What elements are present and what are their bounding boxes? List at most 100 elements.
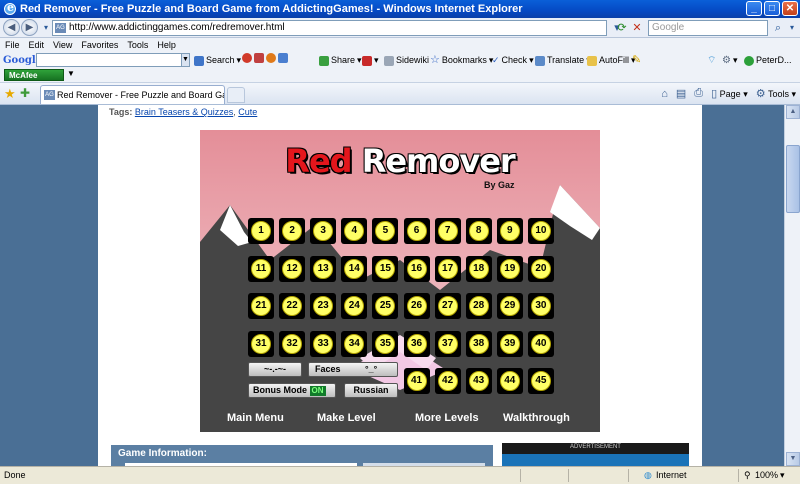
level-30-button[interactable]: 30 [527,293,554,319]
level-12-button[interactable]: 12 [279,255,306,282]
new-tab-button[interactable] [227,87,245,103]
level-31-button[interactable]: 31 [248,330,274,357]
level-20-button[interactable]: 20 [527,255,554,282]
language-button[interactable]: Russian [344,383,398,398]
tools-menu[interactable]: ⚙ Tools ▾ [756,87,796,100]
home-icon[interactable]: ⌂ [661,88,668,100]
level-45-button[interactable]: 45 [527,368,554,394]
level-29-button[interactable]: 29 [496,293,523,319]
print-icon[interactable]: ⎙ [694,87,703,100]
level-16-button[interactable]: 16 [403,255,430,282]
menu-help[interactable]: Help [157,38,176,53]
tab-red-remover[interactable]: AG Red Remover - Free Puzzle and Board G… [40,85,225,104]
vertical-scrollbar[interactable]: ▲ ▼ [784,105,800,466]
level-8-button[interactable]: 8 [465,218,492,244]
level-7-button[interactable]: 7 [434,218,461,244]
level-26-button[interactable]: 26 [403,293,430,319]
url-field[interactable]: AG http://www.addictinggames.com/redremo… [52,20,607,36]
main-menu-link[interactable]: Main Menu [227,412,284,424]
level-24-button[interactable]: 24 [341,293,368,319]
menu-tools[interactable]: Tools [127,38,148,53]
favorites-star-icon[interactable]: ★ [4,86,16,102]
search-options-icon[interactable]: ▾ [784,20,800,36]
level-15-button[interactable]: 15 [372,255,399,282]
translate-button[interactable]: Translate ▾ [535,53,591,68]
bookmarks-button[interactable]: ☆ Bookmarks ▾ [430,53,493,68]
level-6-button[interactable]: 6 [403,218,430,244]
google-search-button[interactable]: Search ▾ [194,53,241,68]
minimize-button[interactable]: _ [746,1,762,16]
share-button[interactable]: Share ▾ [319,53,362,68]
level-14-button[interactable]: 14 [341,255,368,282]
stop-icon[interactable]: ✕ [629,20,645,36]
level-36-button[interactable]: 36 [403,330,430,357]
add-favorites-icon[interactable]: ✚ [20,86,30,100]
sidewiki-button[interactable]: Sidewiki [384,53,429,68]
level-33-button[interactable]: 33 [310,330,337,357]
mcafee-siteadvisor-button[interactable]: McAfee [4,69,64,81]
level-5-button[interactable]: 5 [372,218,399,244]
scroll-up-arrow-icon[interactable]: ▲ [786,105,800,119]
make-level-link[interactable]: Make Level [317,412,376,424]
walkthrough-link[interactable]: Walkthrough [503,412,570,424]
refresh-icon[interactable]: ⟳ [614,20,630,36]
close-button[interactable]: ✕ [782,1,798,16]
scroll-down-arrow-icon[interactable]: ▼ [786,452,800,466]
google-toolbar-buttons-icons[interactable] [242,53,288,63]
google-search-input[interactable] [36,53,182,67]
level-25-button[interactable]: 25 [372,293,399,319]
level-10-button[interactable]: 10 [527,218,554,244]
level-22-button[interactable]: 22 [279,293,306,319]
level-43-button[interactable]: 43 [465,368,492,394]
level-37-button[interactable]: 37 [434,330,461,357]
level-38-button[interactable]: 38 [465,330,492,357]
level-28-button[interactable]: 28 [465,293,492,319]
level-41-button[interactable]: 41 [403,368,430,394]
level-13-button[interactable]: 13 [310,255,337,282]
level-11-button[interactable]: 11 [248,255,274,282]
level-9-button[interactable]: 9 [496,218,523,244]
level-39-button[interactable]: 39 [496,330,523,357]
more-levels-link[interactable]: More Levels [415,412,479,424]
level-40-button[interactable]: 40 [527,330,554,357]
account-button[interactable]: PeterD... [744,53,792,68]
tag-link-brain-teasers[interactable]: Brain Teasers & Quizzes [135,107,233,117]
menu-file[interactable]: File [5,38,20,53]
style-toggle-button[interactable]: ~-.-~- [248,362,302,377]
red-remover-game[interactable]: Red Remover By Gaz 1 2 3 4 5 6 7 8 9 10 11 12 13 14 15… [200,130,600,432]
level-3-button[interactable]: 3 [310,218,337,244]
level-2-button[interactable]: 2 [279,218,306,244]
advertisement-banner[interactable] [502,454,689,466]
level-19-button[interactable]: 19 [496,255,523,282]
page-menu[interactable]: ▯ Page ▾ [711,87,748,100]
popup-blocker-button[interactable]: ▾ [362,53,379,68]
settings-button[interactable]: ⚙ ▾ [722,53,738,68]
autofill-button[interactable]: AutoFill ▾ [587,53,636,68]
menu-edit[interactable]: Edit [29,38,45,53]
google-search-dropdown-icon[interactable]: ▼ [181,53,190,67]
bonus-mode-button[interactable]: Bonus Mode ON [248,383,336,398]
forward-button[interactable]: ▶ [21,19,38,36]
mcafee-dropdown-icon[interactable]: ▼ [67,69,75,78]
zoom-level[interactable]: 100% [755,467,778,484]
wifi-indicator[interactable]: ⌔ [707,53,716,68]
level-44-button[interactable]: 44 [496,368,523,394]
level-27-button[interactable]: 27 [434,293,461,319]
faces-toggle-button[interactable]: Faces °_° [308,362,398,377]
level-34-button[interactable]: 34 [341,330,368,357]
level-1-button[interactable]: 1 [248,218,274,244]
level-4-button[interactable]: 4 [341,218,368,244]
feeds-icon[interactable]: ▤ [676,87,686,100]
menu-view[interactable]: View [53,38,72,53]
zoom-dropdown-icon[interactable]: ▾ [780,467,785,484]
menu-favorites[interactable]: Favorites [81,38,118,53]
search-input[interactable]: Google [648,20,768,36]
level-42-button[interactable]: 42 [434,368,461,394]
level-23-button[interactable]: 23 [310,293,337,319]
level-17-button[interactable]: 17 [434,255,461,282]
level-21-button[interactable]: 21 [248,293,274,319]
spell-check-button[interactable]: ✓ Check ▾ [492,53,534,68]
level-32-button[interactable]: 32 [279,330,306,357]
scrollbar-thumb[interactable] [786,145,800,213]
back-button[interactable]: ◀ [3,19,20,36]
